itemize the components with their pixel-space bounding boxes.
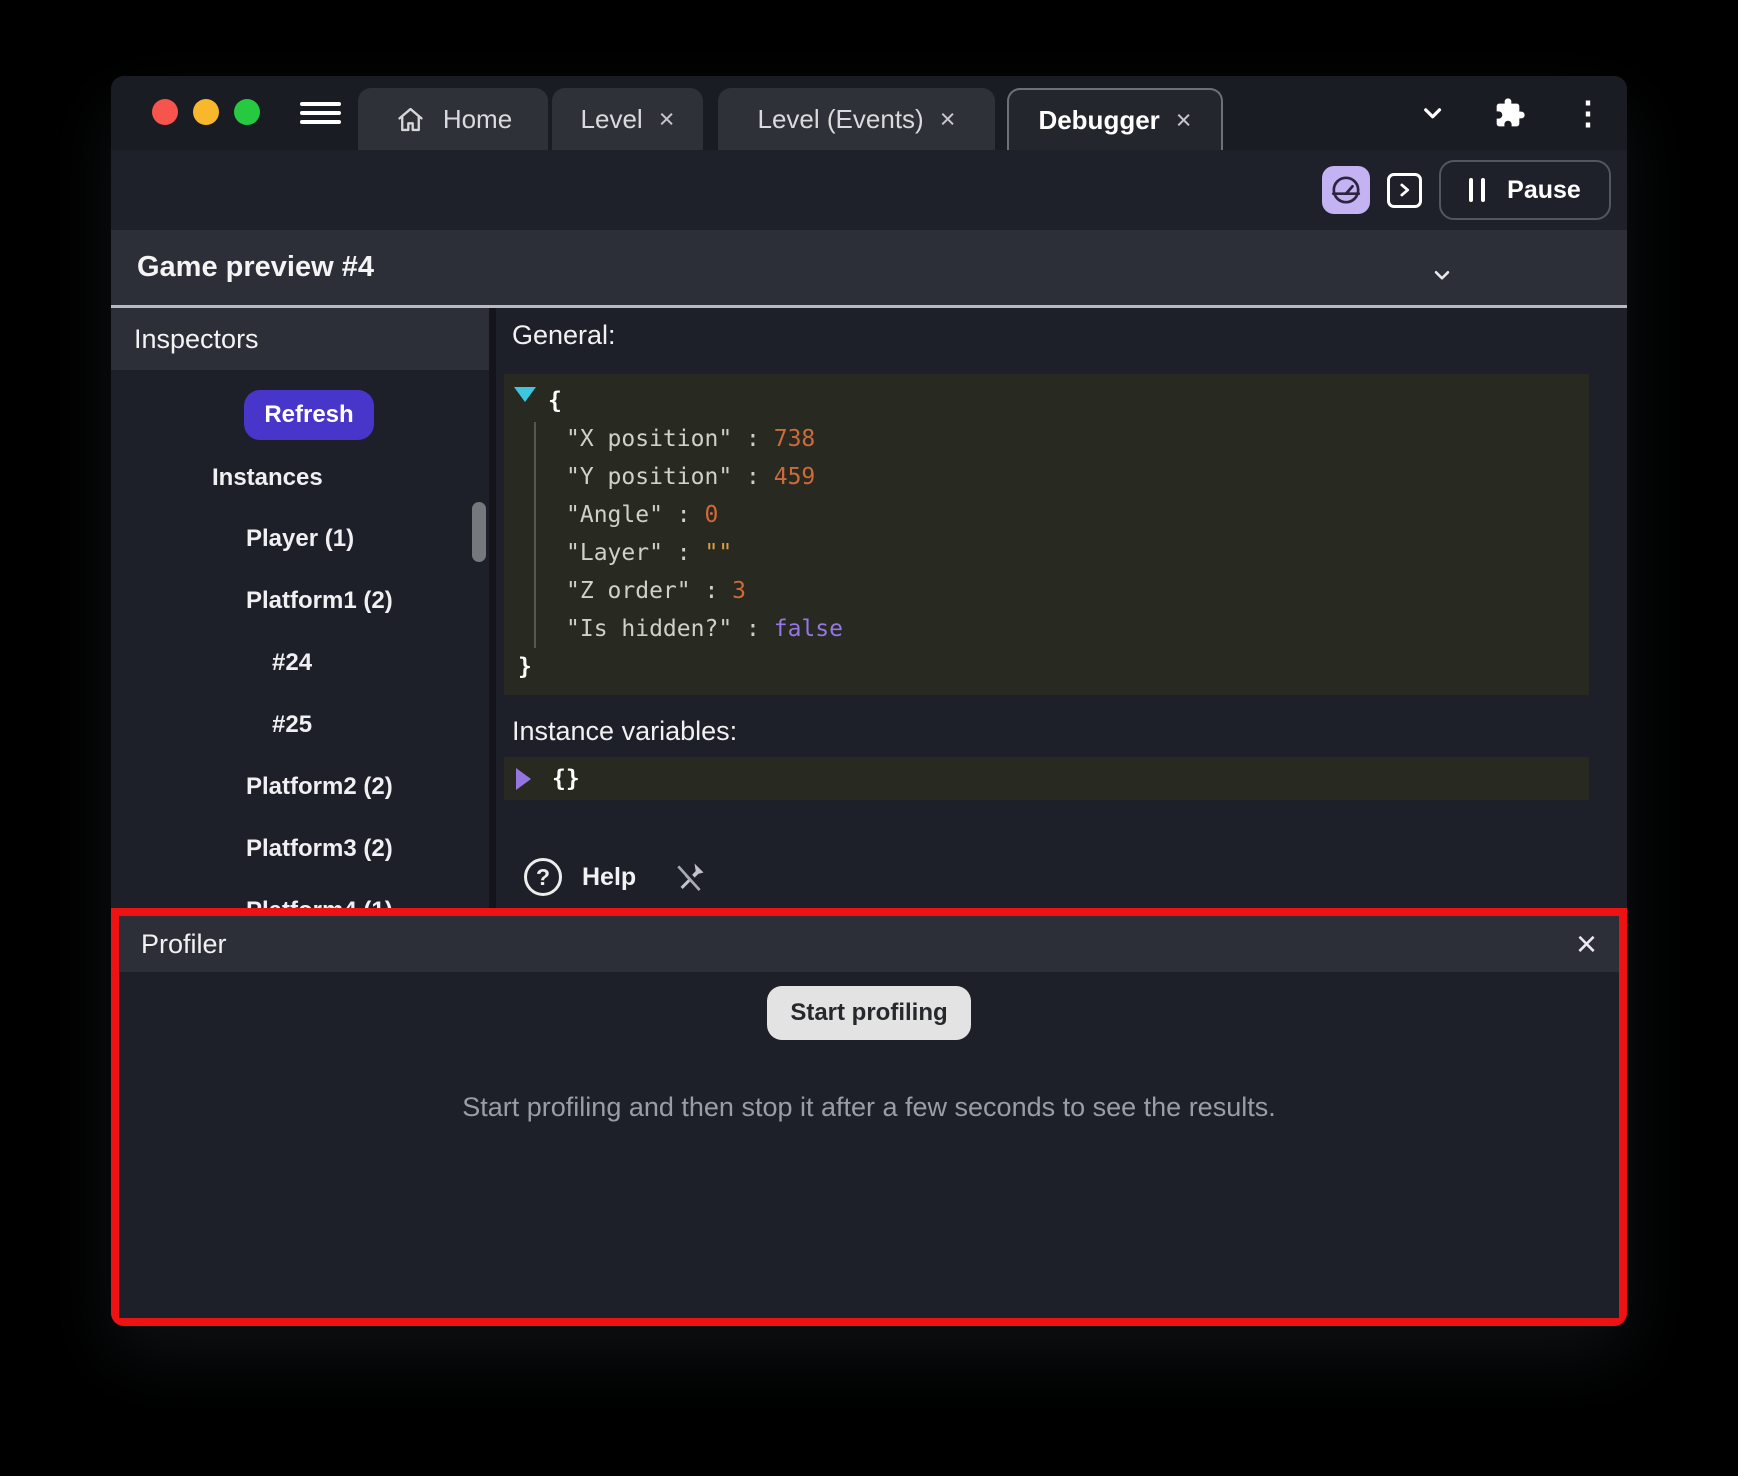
- profiler-body: Start profiling Start profiling and then…: [119, 972, 1619, 1318]
- pause-icon: [1469, 178, 1485, 202]
- pin-off-icon: [672, 859, 708, 895]
- profiler-header: Profiler ×: [119, 916, 1619, 972]
- tab-debugger[interactable]: Debugger ×: [1007, 88, 1223, 150]
- home-icon: [394, 103, 427, 136]
- tab-home[interactable]: Home: [358, 88, 548, 150]
- tab-label: Level: [581, 104, 643, 135]
- sidebar-item-platform2-2[interactable]: Platform2 (2): [246, 770, 393, 804]
- expand-arrow-icon[interactable]: [516, 768, 531, 790]
- debugger-toolbar: Pause: [111, 150, 1627, 230]
- chevron-right-icon: [1394, 179, 1416, 201]
- profiler-gauge-button[interactable]: [1322, 166, 1370, 214]
- variables-value: {}: [552, 766, 580, 792]
- sidebar-item-instances[interactable]: Instances: [212, 461, 323, 495]
- inspectors-header: Inspectors: [111, 308, 489, 370]
- json-property-row: "Angle" : 0: [566, 496, 718, 534]
- json-property-row: "Is hidden?" : false: [566, 610, 843, 648]
- pause-button[interactable]: Pause: [1439, 160, 1611, 220]
- tab-close-icon[interactable]: ×: [1176, 107, 1192, 134]
- collapse-arrow-icon[interactable]: [514, 387, 536, 402]
- kebab-menu-icon[interactable]: ⋮: [1565, 94, 1611, 132]
- app-window: Home Level × Level (Events) × Debugger ×: [111, 76, 1627, 1326]
- chevron-down-icon[interactable]: [1409, 98, 1455, 128]
- profiler-title: Profiler: [141, 929, 227, 960]
- chevron-down-icon[interactable]: [1429, 262, 1455, 288]
- json-property-row: "Z order" : 3: [566, 572, 746, 610]
- pause-label: Pause: [1507, 176, 1581, 205]
- tab-close-icon[interactable]: ×: [659, 106, 675, 133]
- profiler-panel: Profiler × Start profiling Start profili…: [111, 908, 1627, 1326]
- game-preview-header[interactable]: Game preview #4: [111, 230, 1627, 308]
- tab-bar: Home Level × Level (Events) × Debugger ×: [111, 88, 1627, 150]
- game-preview-title: Game preview #4: [137, 251, 374, 284]
- sidebar-item-platform4-1[interactable]: Platform4 (1): [246, 894, 393, 908]
- tab-label: Home: [443, 104, 512, 135]
- close-brace: }: [518, 654, 532, 680]
- sidebar-item-25[interactable]: #25: [272, 708, 312, 742]
- profiler-description: Start profiling and then stop it after a…: [462, 1092, 1275, 1123]
- tab-level[interactable]: Level ×: [552, 88, 703, 150]
- inspectors-sidebar: Inspectors Refresh Instances Player (1) Pl…: [111, 308, 489, 908]
- tab-close-icon[interactable]: ×: [940, 106, 956, 133]
- console-button[interactable]: [1387, 173, 1422, 208]
- sidebar-item-platform3-2[interactable]: Platform3 (2): [246, 832, 393, 866]
- json-property-row: "Layer" : "": [566, 534, 732, 572]
- sidebar-item-player-1[interactable]: Player (1): [246, 522, 354, 556]
- help-label: Help: [582, 863, 636, 892]
- instance-inspector-panel: General: { "X position" : 738"Y position…: [496, 308, 1627, 908]
- help-question-icon: ?: [524, 858, 562, 896]
- json-property-row: "X position" : 738: [566, 420, 815, 458]
- help-button[interactable]: ? Help: [524, 858, 636, 896]
- open-brace: {: [548, 388, 562, 414]
- general-json-tree: { "X position" : 738"Y position" : 459"A…: [504, 374, 1589, 695]
- close-icon[interactable]: ×: [1576, 926, 1597, 962]
- inspector-footer: ? Help: [524, 858, 708, 896]
- json-property-row: "Y position" : 459: [566, 458, 815, 496]
- inspectors-tree: Refresh Instances Player (1) Platform1 (2)…: [111, 370, 489, 908]
- start-profiling-button[interactable]: Start profiling: [767, 986, 971, 1040]
- refresh-button[interactable]: Refresh: [244, 390, 374, 440]
- tree-guide-line: [534, 422, 536, 648]
- unpin-button[interactable]: [672, 859, 708, 895]
- tab-level-events[interactable]: Level (Events) ×: [718, 88, 995, 150]
- sidebar-item-platform1-2[interactable]: Platform1 (2): [246, 584, 393, 618]
- tab-label: Debugger: [1038, 105, 1159, 136]
- general-label: General:: [512, 320, 616, 351]
- titlebar: Home Level × Level (Events) × Debugger ×: [111, 76, 1627, 150]
- sidebar-item-24[interactable]: #24: [272, 646, 312, 680]
- gauge-icon: [1329, 173, 1363, 207]
- extensions-puzzle-icon[interactable]: [1487, 97, 1533, 129]
- instance-variables-tree: {}: [504, 757, 1589, 800]
- debugger-content: Inspectors Refresh Instances Player (1) Pl…: [111, 308, 1627, 908]
- titlebar-actions: ⋮: [1409, 76, 1627, 150]
- tab-label: Level (Events): [758, 104, 924, 135]
- sidebar-scrollbar-thumb[interactable]: [472, 502, 486, 562]
- instance-variables-label: Instance variables:: [512, 716, 737, 747]
- sidebar-divider: [489, 308, 496, 908]
